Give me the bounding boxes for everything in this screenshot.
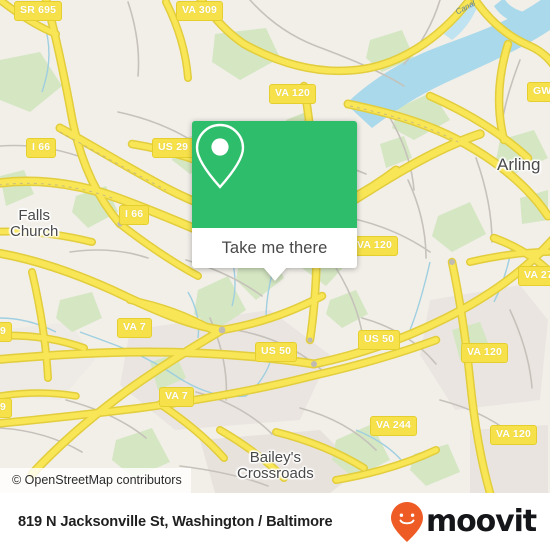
place-label-baileys-crossroads: Bailey's Crossroads xyxy=(237,449,314,482)
moovit-pin-icon xyxy=(390,501,423,542)
road-shield-left-lower: 9 xyxy=(0,398,13,418)
place-label-arlington: Arling xyxy=(497,155,541,174)
road-shield-va-7-south: VA 7 xyxy=(159,387,194,407)
take-me-there-label: Take me there xyxy=(221,238,328,257)
map-screen: Canal Falls Church Arling Bailey's Cross… xyxy=(0,0,550,550)
road-shield-us-50-east: US 50 xyxy=(358,330,401,350)
road-shield-va-120-east: VA 120 xyxy=(461,343,509,363)
place-label-falls-church: Falls Church xyxy=(10,207,59,240)
road-shield-va-244: VA 244 xyxy=(370,416,418,436)
road-shield-va-309: VA 309 xyxy=(176,1,224,21)
moovit-wordmark: moovit xyxy=(425,503,537,539)
moovit-logo[interactable]: moovit xyxy=(390,501,537,543)
callout-body[interactable]: Take me there xyxy=(192,228,357,281)
destination-callout[interactable]: Take me there xyxy=(192,121,357,281)
road-shield-sr-695: SR 695 xyxy=(14,1,63,21)
callout-tail xyxy=(262,267,287,281)
road-shield-gwm: GWM xyxy=(527,82,550,102)
callout-header xyxy=(192,121,357,228)
road-shield-va-120-south: VA 120 xyxy=(490,425,538,445)
address-label: 819 N Jacksonville St, Washington / Balt… xyxy=(18,513,333,530)
road-shield-va-120-north: VA 120 xyxy=(269,84,317,104)
map-attribution[interactable]: © OpenStreetMap contributors xyxy=(0,468,191,493)
road-shield-va-27: VA 27 xyxy=(518,266,550,286)
road-shield-i-66-south: I 66 xyxy=(119,205,150,225)
road-shield-left-upper: 9 xyxy=(0,322,13,342)
map-canvas[interactable]: Canal Falls Church Arling Bailey's Cross… xyxy=(0,0,550,493)
footer-bar: 819 N Jacksonville St, Washington / Balt… xyxy=(0,493,550,550)
map-pin-icon xyxy=(195,123,245,189)
road-shield-us-29: US 29 xyxy=(152,138,195,158)
road-shield-us-50-west: US 50 xyxy=(255,342,298,362)
road-shield-va-120-mid: VA 120 xyxy=(351,236,399,256)
road-shield-va-7-north: VA 7 xyxy=(117,318,152,338)
road-shield-i-66-north: I 66 xyxy=(26,138,57,158)
